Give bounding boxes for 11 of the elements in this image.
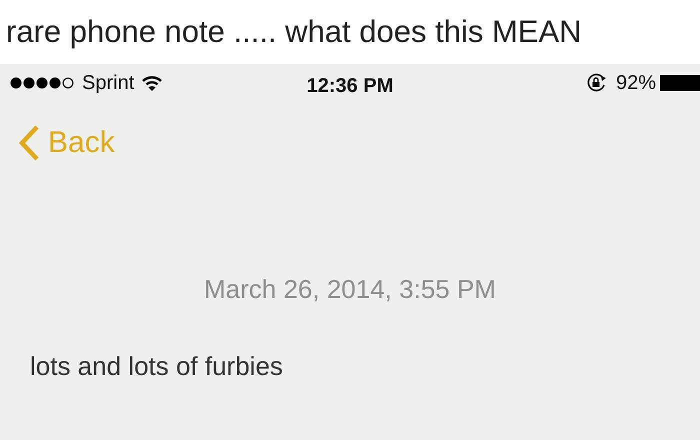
carrier-name: Sprint [82, 71, 134, 96]
status-time: 12:36 PM [306, 75, 394, 97]
chevron-left-icon [18, 124, 40, 162]
rotation-lock-icon [586, 73, 608, 93]
battery-icon [660, 75, 700, 91]
caption: rare phone note ..... what does this MEAN [6, 14, 582, 49]
wifi-icon [142, 75, 162, 91]
back-button[interactable]: Back [18, 120, 115, 165]
note-text: lots and lots of furbies [30, 351, 283, 381]
battery-percent: 92% [616, 71, 656, 96]
note-date: March 26, 2014, 3:55 PM [204, 274, 496, 304]
